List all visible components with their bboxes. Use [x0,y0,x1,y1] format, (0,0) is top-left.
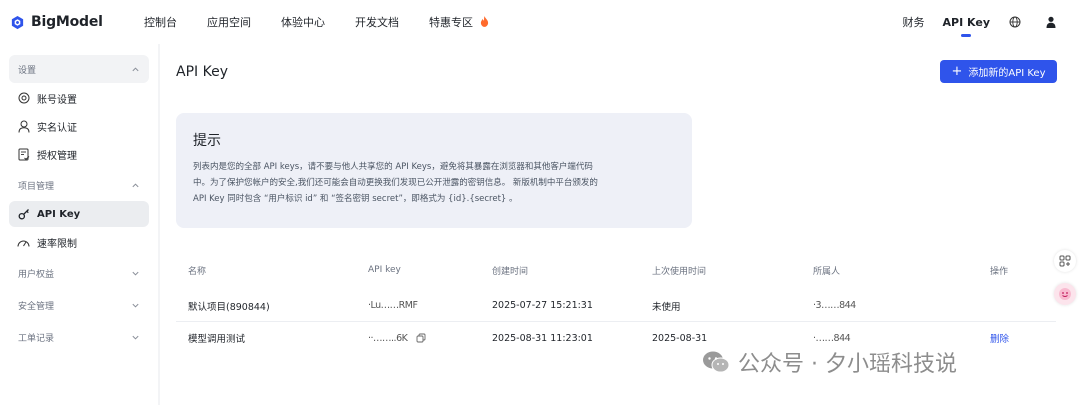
sidebar-group-security[interactable]: 安全管理 [9,291,149,319]
main-nav: 控制台 应用空间 体验中心 开发文档 特惠专区 [144,14,519,30]
sidebar-item-label: 速率限制 [37,238,77,250]
settings-circle-icon [17,92,30,105]
cell-api-key: ·Lu……RMF [368,300,418,311]
sidebar-group-security-label: 安全管理 [18,301,55,312]
api-key-table: 名称 API key 创建时间 上次使用时间 所属人 操作 默认项目(89084… [176,258,1056,354]
chevron-up-icon [132,182,139,187]
tip-line: API Key 同时包含 “用户标识 id” 和 “签名密钥 secret”，即… [193,194,518,204]
header-actions: 操作 [990,266,1009,277]
cell-created: 2025-07-27 15:21:31 [492,300,593,311]
sidebar-item-label: 实名认证 [37,122,77,134]
sidebar-item-real-name[interactable]: 实名认证 [9,113,149,139]
chevron-down-icon [132,335,139,340]
add-api-key-label: 添加新的API Key [968,68,1046,79]
sidebar-item-label: 账号设置 [37,94,77,106]
sidebar-group-user-rights[interactable]: 用户权益 [9,259,149,287]
person-icon [17,120,30,133]
tip-title: 提示 [193,133,221,149]
header-api-key: API key [368,265,401,275]
document-check-icon [17,148,30,161]
tip-body: 列表内是您的全部 API keys，请不要与他人共享您的 API Keys，避免… [193,159,675,207]
globe-icon[interactable] [1008,15,1022,29]
sidebar-group-projects-label: 项目管理 [18,181,55,192]
cell-name: 默认项目(890844) [188,301,270,313]
cell-last-used: 未使用 [652,301,681,313]
copy-icon[interactable] [416,333,426,343]
plus-icon: + [951,64,963,79]
sidebar-group-projects[interactable]: 项目管理 [9,171,149,199]
page-title: API Key [176,64,228,80]
grid-apps-icon[interactable] [1054,250,1076,272]
watermark-text: 公众号 · 夕小瑶科技说 [738,352,957,377]
sidebar-group-settings[interactable]: 设置 [9,55,149,83]
header-last-used: 上次使用时间 [652,266,707,277]
sidebar-item-account-settings[interactable]: 账号设置 [9,85,149,111]
nav-console[interactable]: 控制台 [144,14,177,30]
cell-owner: ·……844 [813,332,851,344]
gauge-icon [17,236,30,249]
wechat-icon [703,351,730,373]
sidebar-item-authorization[interactable]: 授权管理 [9,141,149,167]
header-created: 创建时间 [492,266,529,277]
delete-link[interactable]: 删除 [978,331,1056,345]
tip-panel: 提示 列表内是您的全部 API keys，请不要与他人共享您的 API Keys… [176,113,692,228]
cell-created: 2025-08-31 11:23:01 [492,332,593,344]
logo-icon [11,15,24,29]
cell-api-key: ··……..6K [356,333,480,344]
sidebar-group-user-rights-label: 用户权益 [18,269,55,280]
cell-last-used: 2025-08-31 [652,332,708,344]
cell-name: 模型调用测试 [188,334,246,345]
sidebar-group-tickets-label: 工单记录 [18,333,55,344]
nav-finance[interactable]: 财务 [903,14,925,30]
sidebar: 设置 账号设置 实名认证 授权管理 项目管理 API Key 速率限制 用户权益… [0,44,158,405]
chevron-up-icon [132,66,139,71]
header-owner: 所属人 [813,266,841,277]
nav-right: 财务 API Key [903,0,1080,44]
nav-special-offers[interactable]: 特惠专区 [429,14,489,30]
table-row: 默认项目(890844) ·Lu……RMF 2025-07-27 15:21:3… [176,290,1056,322]
sidebar-item-rate-limit[interactable]: 速率限制 [9,229,149,255]
user-icon[interactable] [1044,15,1058,29]
sidebar-item-label: API Key [37,208,81,220]
tip-line: 列表内是您的全部 API keys，请不要与他人共享您的 API Keys，避免… [193,162,593,172]
nav-experience-center[interactable]: 体验中心 [281,14,325,30]
nav-dev-docs[interactable]: 开发文档 [355,14,399,30]
chevron-down-icon [132,271,139,276]
sidebar-item-label: 授权管理 [37,150,77,162]
fire-icon [480,16,488,27]
watermark: 公众号 · 夕小瑶科技说 [702,346,957,378]
top-navbar: BigModel 控制台 应用空间 体验中心 开发文档 特惠专区 财务 API … [0,0,1080,44]
chevron-down-icon [132,303,139,308]
brand-logo[interactable]: BigModel [10,14,120,30]
cell-owner: ·3……844 [813,300,856,311]
nav-api-key[interactable]: API Key [943,16,990,37]
brand-name: BigModel [31,14,103,30]
nav-special-offers-label: 特惠专区 [429,16,473,29]
header-name: 名称 [188,266,207,277]
table-header: 名称 API key 创建时间 上次使用时间 所属人 操作 [176,258,1056,282]
sidebar-group-tickets[interactable]: 工单记录 [9,323,149,351]
assistant-avatar-icon[interactable] [1054,283,1076,305]
nav-app-space[interactable]: 应用空间 [207,14,251,30]
add-api-key-button[interactable]: + 添加新的API Key [940,60,1057,83]
sidebar-item-api-key[interactable]: API Key [9,201,149,227]
tip-line: 中。为了保护您帐户的安全,我们还可能会自动更换我们发现已公开泄露的密钥信息。 新… [193,178,598,188]
key-icon [17,208,30,221]
api-key-value: ··……..6K [368,332,408,344]
sidebar-group-settings-label: 设置 [18,65,37,76]
